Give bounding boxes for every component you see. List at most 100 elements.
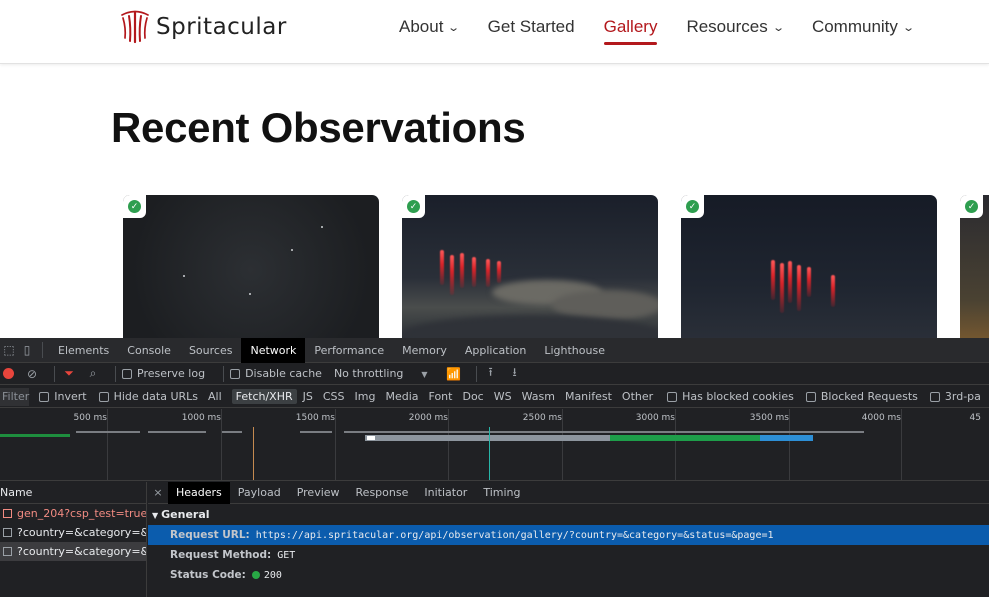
verified-badge: ✓ [402,195,425,218]
network-requests-area: Name gen_204?csp_test=true ?country=&cat… [0,481,989,597]
request-list: Name gen_204?csp_test=true ?country=&cat… [0,482,147,597]
search-icon[interactable]: ⌕ [85,366,101,381]
observation-card[interactable]: ✓ [123,195,379,345]
blocked-requests-checkbox[interactable]: Blocked Requests [805,390,918,403]
type-filter-doc[interactable]: Doc [458,389,487,404]
observation-card[interactable]: ✓ [960,195,989,345]
network-overview-timeline[interactable]: 500 ms 1000 ms 1500 ms 2000 ms 2500 ms 3… [0,409,989,481]
spritacular-logo-icon [121,10,149,44]
filter-input[interactable]: Filter [0,387,30,406]
tab-application[interactable]: Application [456,338,535,363]
nav-get-started[interactable]: Get Started [488,17,575,37]
tab-lighthouse[interactable]: Lighthouse [535,338,614,363]
record-icon[interactable] [3,368,14,379]
tab-elements[interactable]: Elements [49,338,118,363]
tick-label: 45 [969,413,981,423]
tab-network[interactable]: Network [241,337,306,363]
request-row[interactable]: ?country=&category=&... [0,542,146,561]
tab-console[interactable]: Console [118,338,180,363]
main-nav: About ⌄ Get Started Gallery Resources ⌄ … [399,17,942,45]
nav-gallery-label: Gallery [603,17,658,36]
tab-response[interactable]: Response [348,482,417,504]
tick-label: 1000 ms [181,413,221,423]
device-toolbar-icon[interactable]: ▯ [18,341,36,359]
status-code-value: 200 [263,570,282,581]
close-icon[interactable]: × [148,486,168,499]
tab-initiator[interactable]: Initiator [416,482,475,504]
filter-bar: Filter Invert Hide data URLs All Fetch/X… [0,386,989,408]
tab-payload[interactable]: Payload [230,482,289,504]
status-code-label: Status Code: [170,569,246,581]
type-filter-img[interactable]: Img [351,389,380,404]
nav-resources[interactable]: Resources ⌄ [686,17,784,37]
tick-label: 1500 ms [295,413,335,423]
logo-text: Spritacular [156,14,287,40]
preserve-log-checkbox[interactable]: Preserve log [122,367,205,380]
tab-sources[interactable]: Sources [180,338,242,363]
chevron-down-icon: ⌄ [902,22,915,34]
type-filter-js[interactable]: JS [299,389,317,404]
type-filter-ws[interactable]: WS [490,389,516,404]
request-method-value: GET [277,550,296,561]
request-method-label: Request Method: [170,549,272,561]
clear-icon[interactable]: ⊘ [24,367,40,381]
type-filter-fetch-xhr[interactable]: Fetch/XHR [231,389,297,404]
hide-data-urls-checkbox[interactable]: Hide data URLs [98,390,198,403]
throttling-value: No throttling [333,367,404,380]
general-section-header[interactable]: ▼ General [148,504,989,525]
tab-timing[interactable]: Timing [475,482,528,504]
devtools-tabbar: ⬚ ▯ Elements Console Sources Network Per… [0,337,989,363]
type-filter-font[interactable]: Font [425,389,457,404]
network-conditions-icon[interactable]: 📶 [446,367,462,381]
request-method-row[interactable]: Request Method: GET [148,545,989,565]
request-url-row[interactable]: Request URL: https://api.spritacular.org/… [148,525,989,545]
document-icon [3,547,12,556]
disable-cache-checkbox[interactable]: Disable cache [230,367,322,380]
tick-label: 2000 ms [408,413,448,423]
document-icon [3,528,12,537]
type-filter-all[interactable]: All [204,389,226,404]
type-filter-wasm[interactable]: Wasm [518,389,559,404]
verified-check-icon: ✓ [965,200,978,213]
verified-check-icon: ✓ [407,200,420,213]
third-party-checkbox[interactable]: 3rd-pa [929,390,981,403]
verified-badge: ✓ [123,195,146,218]
tab-preview[interactable]: Preview [289,482,348,504]
dropdown-arrow-icon: ▼ [421,370,428,379]
filter-icon[interactable]: ⏷ [61,366,77,381]
site-logo[interactable]: Spritacular [120,10,287,44]
observation-card[interactable]: ✓ [681,195,937,345]
request-name: gen_204?csp_test=true [17,507,146,520]
status-code-row[interactable]: Status Code: 200 [148,565,989,585]
devtools-panel: ⬚ ▯ Elements Console Sources Network Per… [0,337,989,597]
status-ok-icon [251,571,260,579]
inspect-element-icon[interactable]: ⬚ [0,341,18,359]
type-filter-css[interactable]: CSS [319,389,349,404]
verified-badge: ✓ [960,195,983,218]
name-column-header[interactable]: Name [0,482,146,504]
tab-headers[interactable]: Headers [168,481,230,504]
import-har-icon[interactable]: ⭱ [483,363,499,384]
type-filter-other[interactable]: Other [618,389,657,404]
request-name: ?country=&category=&... [17,526,146,539]
blocked-cookies-checkbox[interactable]: Has blocked cookies [667,390,794,403]
type-filter-manifest[interactable]: Manifest [561,389,616,404]
verified-check-icon: ✓ [686,200,699,213]
throttling-select[interactable]: No throttling ▼ [334,367,428,380]
tab-performance[interactable]: Performance [305,338,393,363]
disable-cache-label: Disable cache [245,367,322,380]
type-filter-media[interactable]: Media [381,389,422,404]
nav-community[interactable]: Community ⌄ [812,17,915,37]
expand-triangle-icon: ▼ [152,511,159,520]
tab-memory[interactable]: Memory [393,338,456,363]
detail-tabbar: × Headers Payload Preview Response Initi… [148,481,989,504]
request-detail-pane: × Headers Payload Preview Response Initi… [148,481,989,597]
request-row[interactable]: ?country=&category=&... [0,523,146,542]
observation-card[interactable]: ✓ [402,195,658,345]
page-title: Recent Observations [111,104,526,151]
request-row[interactable]: gen_204?csp_test=true [0,504,146,523]
invert-checkbox[interactable]: Invert [39,390,87,403]
nav-gallery[interactable]: Gallery [603,17,658,45]
export-har-icon[interactable]: ⭳ [507,363,523,384]
nav-about[interactable]: About ⌄ [399,17,461,37]
